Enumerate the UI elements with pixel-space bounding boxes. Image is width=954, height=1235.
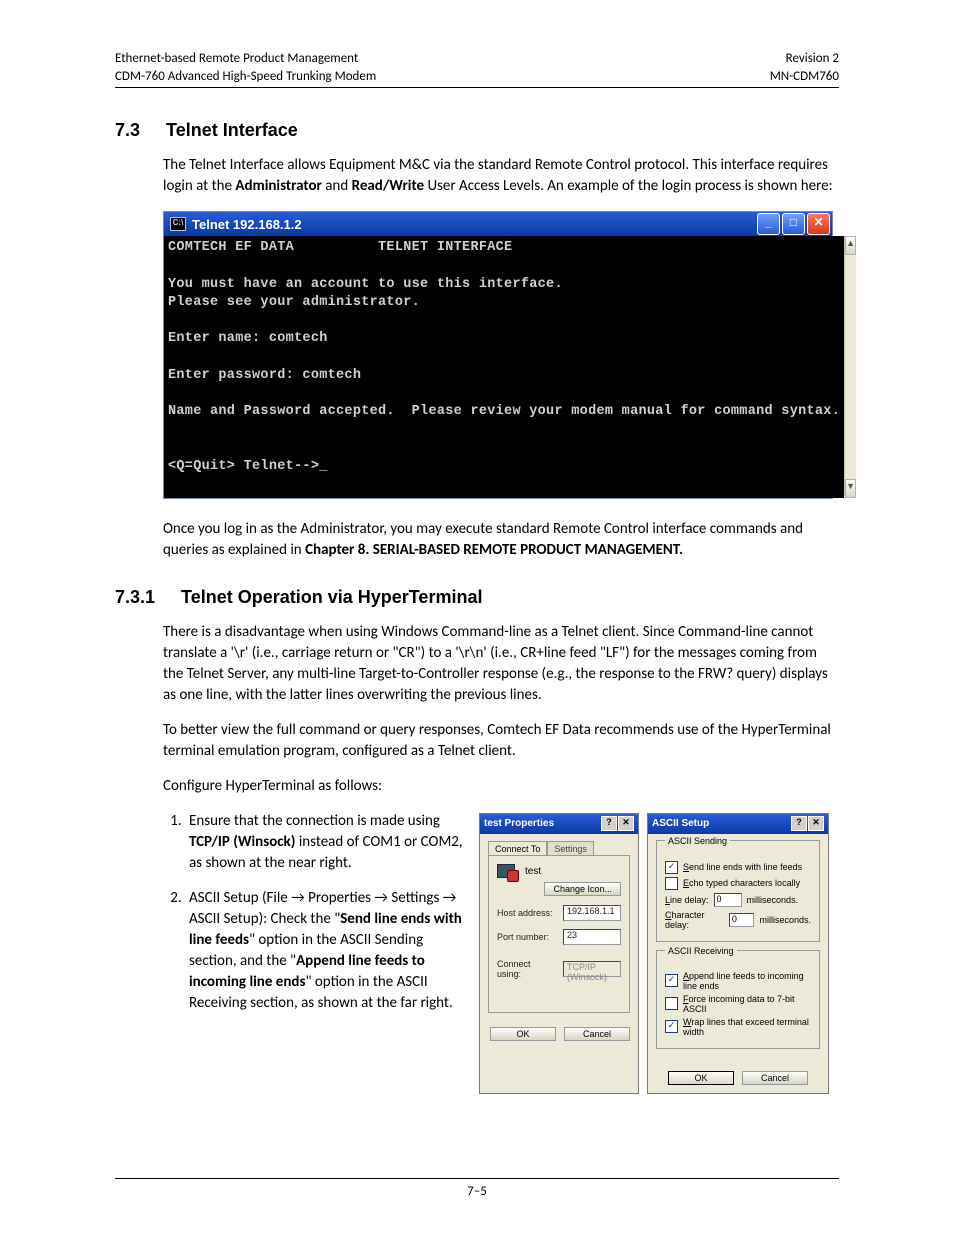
wrap-lines-label: Wrap lines that exceed terminal width	[683, 1017, 811, 1037]
sec731-paragraph-1: There is a disadvantage when using Windo…	[163, 622, 839, 706]
line-delay-units: milliseconds.	[747, 895, 799, 905]
section-7-3-heading: 7.3 Telnet Interface	[115, 120, 839, 141]
help-button[interactable]: ?	[791, 816, 807, 831]
sec731-paragraph-3: Configure HyperTerminal as follows:	[163, 776, 839, 797]
page-number: 7–5	[0, 1184, 954, 1199]
echo-typed-label: Echo typed characters locally	[683, 878, 800, 888]
sec73-paragraph-1: The Telnet Interface allows Equipment M&…	[163, 155, 839, 197]
header-right-2: MN-CDM760	[770, 68, 839, 86]
telnet-titlebar: C:\ Telnet 192.168.1.2 _ □ ✕	[164, 212, 832, 236]
cancel-button[interactable]: Cancel	[742, 1071, 808, 1085]
cancel-button[interactable]: Cancel	[564, 1027, 630, 1041]
line-delay-label: Line delay:	[665, 895, 709, 905]
header-right-1: Revision 2	[770, 50, 839, 68]
sec731-paragraph-2: To better view the full command or query…	[163, 720, 839, 762]
scroll-up-button[interactable]: ▲	[845, 236, 856, 255]
host-address-input[interactable]: 192.168.1.1	[563, 905, 621, 921]
maximize-button[interactable]: □	[782, 213, 805, 235]
minimize-button[interactable]: _	[757, 213, 780, 235]
append-line-feeds-checkbox[interactable]: ✓	[665, 974, 678, 987]
connect-using-select[interactable]: TCP/IP (Winsock)	[563, 961, 621, 977]
ascii-setup-dialog: ASCII Setup ? ✕ ASCII Sending ✓ Send lin…	[647, 813, 829, 1094]
dialog-title: test Properties	[484, 818, 554, 829]
ascii-receiving-group: ASCII Receiving ✓ Append line feeds to i…	[656, 950, 820, 1049]
cmd-icon: C:\	[170, 217, 186, 231]
tab-settings[interactable]: Settings	[547, 841, 594, 856]
ascii-sending-group: ASCII Sending ✓ Send line ends with line…	[656, 840, 820, 942]
telnet-title-text: Telnet 192.168.1.2	[192, 217, 302, 232]
dialog-title: ASCII Setup	[652, 818, 709, 829]
help-button[interactable]: ?	[601, 816, 617, 831]
connect-using-label: Connect using:	[497, 959, 557, 979]
section-title: Telnet Operation via HyperTerminal	[181, 587, 482, 608]
tab-connect-to[interactable]: Connect To	[488, 841, 547, 856]
port-number-label: Port number:	[497, 932, 557, 942]
scrollbar[interactable]: ▲ ▼	[844, 236, 856, 498]
ok-button[interactable]: OK	[490, 1027, 556, 1041]
telnet-window: C:\ Telnet 192.168.1.2 _ □ ✕ COMTECH EF …	[163, 211, 833, 499]
char-delay-input[interactable]: 0	[729, 913, 755, 927]
scroll-down-button[interactable]: ▼	[845, 479, 856, 498]
force-7bit-label: Force incoming data to 7-bit ASCII	[683, 994, 811, 1014]
step-2: ASCII Setup (File → Properties → Setting…	[185, 888, 463, 1014]
force-7bit-checkbox[interactable]	[665, 997, 678, 1010]
header-left-2: CDM-760 Advanced High-Speed Trunking Mod…	[115, 68, 376, 86]
close-button[interactable]: ✕	[808, 816, 824, 831]
section-7-3-1-heading: 7.3.1 Telnet Operation via HyperTerminal	[115, 587, 839, 608]
connection-name: test	[525, 866, 541, 877]
connection-icon	[497, 864, 517, 880]
section-number: 7.3.1	[115, 587, 155, 608]
close-button[interactable]: ✕	[618, 816, 634, 831]
header-left-1: Ethernet-based Remote Product Management	[115, 50, 376, 68]
properties-dialog: test Properties ? ✕ Connect To Settings	[479, 813, 639, 1094]
char-delay-label: Character delay:	[665, 910, 724, 930]
port-number-input[interactable]: 23	[563, 929, 621, 945]
char-delay-units: milliseconds.	[759, 915, 811, 925]
echo-typed-checkbox[interactable]	[665, 877, 678, 890]
telnet-terminal-output: COMTECH EF DATA TELNET INTERFACE You mus…	[164, 236, 844, 498]
configure-steps-list: Ensure that the connection is made using…	[163, 811, 463, 1014]
header-rule	[115, 87, 839, 88]
send-line-ends-checkbox[interactable]: ✓	[665, 861, 678, 874]
wrap-lines-checkbox[interactable]: ✓	[665, 1020, 678, 1033]
line-delay-input[interactable]: 0	[714, 893, 742, 907]
ascii-sending-title: ASCII Sending	[665, 836, 730, 846]
ok-button[interactable]: OK	[668, 1071, 734, 1085]
page-header: Ethernet-based Remote Product Management…	[115, 50, 839, 85]
host-address-label: Host address:	[497, 908, 557, 918]
ascii-receiving-title: ASCII Receiving	[665, 946, 737, 956]
section-number: 7.3	[115, 120, 140, 141]
change-icon-button[interactable]: Change Icon...	[544, 882, 621, 896]
footer-rule	[115, 1178, 839, 1179]
step-1: Ensure that the connection is made using…	[185, 811, 463, 874]
sec73-paragraph-2: Once you log in as the Administrator, yo…	[163, 519, 839, 561]
append-line-feeds-label: Append line feeds to incoming line ends	[683, 971, 811, 991]
close-button[interactable]: ✕	[807, 213, 830, 235]
section-title: Telnet Interface	[166, 120, 298, 141]
send-line-ends-label: Send line ends with line feeds	[683, 862, 802, 872]
